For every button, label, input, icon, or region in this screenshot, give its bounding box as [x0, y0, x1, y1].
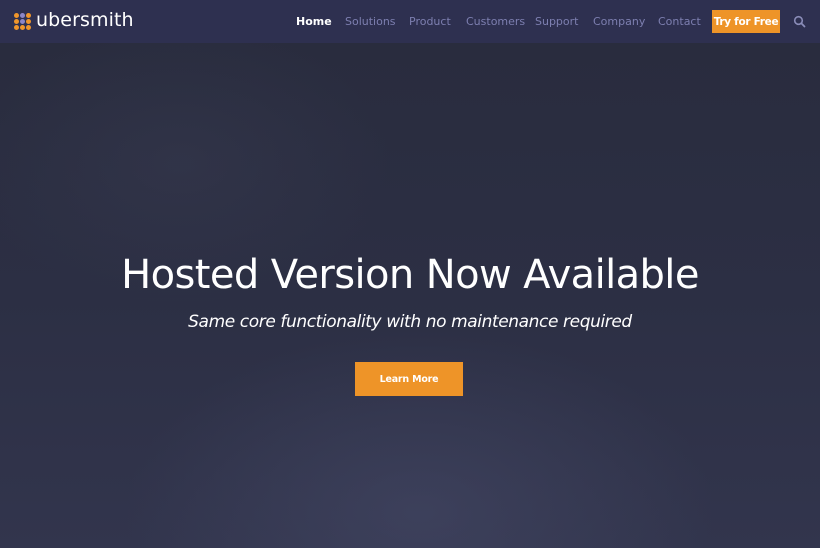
nav-item-customers[interactable]: Customers: [466, 15, 525, 28]
hero-title: Hosted Version Now Available: [121, 252, 699, 298]
hero-subtitle: Same core functionality with no maintena…: [188, 312, 632, 332]
search-icon[interactable]: [793, 15, 806, 28]
nav-item-product[interactable]: Product: [409, 15, 451, 28]
learn-more-button[interactable]: Learn More: [355, 362, 463, 396]
nav-item-support[interactable]: Support: [535, 15, 578, 28]
try-for-free-button[interactable]: Try for Free: [712, 10, 780, 33]
main-nav: Home Solutions Product Customers Support…: [0, 0, 820, 43]
nav-item-solutions[interactable]: Solutions: [345, 15, 396, 28]
nav-item-contact[interactable]: Contact: [658, 15, 701, 28]
navbar: ubersmith Home Solutions Product Custome…: [0, 0, 820, 43]
nav-item-company[interactable]: Company: [593, 15, 645, 28]
nav-item-home[interactable]: Home: [296, 15, 332, 28]
